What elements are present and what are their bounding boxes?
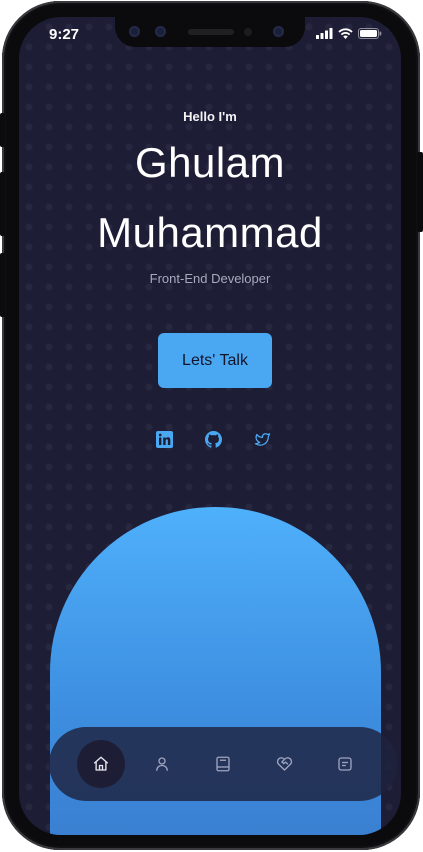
volume-up-button	[0, 172, 5, 236]
message-icon	[338, 757, 352, 771]
notch	[115, 17, 305, 47]
signal-icon	[316, 28, 333, 39]
twitter-icon[interactable]	[254, 431, 271, 448]
mute-switch	[0, 113, 5, 147]
speaker-grille	[188, 29, 234, 35]
status-icons	[316, 28, 382, 39]
nav-item-contact[interactable]	[321, 740, 369, 788]
lets-talk-button[interactable]: Lets' Talk	[158, 333, 272, 388]
heart-handshake-icon	[276, 757, 292, 771]
power-button	[417, 152, 423, 232]
status-time: 9:27	[49, 26, 80, 43]
github-icon[interactable]	[205, 431, 222, 448]
camera-icon	[129, 26, 140, 37]
nav-item-experience[interactable]	[199, 740, 247, 788]
battery-icon	[358, 28, 382, 39]
name-line-2: Muhammad	[97, 209, 323, 256]
name-line-1: Ghulam	[134, 139, 286, 186]
greeting-text: Hello I'm	[183, 109, 237, 124]
nav-item-services[interactable]	[260, 740, 308, 788]
wifi-icon	[338, 28, 353, 39]
linkedin-icon[interactable]	[156, 431, 173, 448]
role-subtitle: Front-End Developer	[149, 271, 271, 286]
camera-icon	[273, 26, 284, 37]
social-links	[156, 431, 271, 448]
bottom-nav	[49, 727, 397, 801]
nav-item-about[interactable]	[138, 740, 186, 788]
volume-down-button	[0, 253, 5, 317]
home-icon	[93, 756, 109, 771]
sensor-dot	[244, 28, 252, 36]
book-icon	[216, 756, 230, 772]
camera-icon	[155, 26, 166, 37]
user-icon	[156, 757, 168, 771]
screen: 9:27 Hello I'm Ghulam Muhammad Front-End…	[19, 17, 401, 835]
nav-item-home[interactable]	[77, 740, 125, 788]
